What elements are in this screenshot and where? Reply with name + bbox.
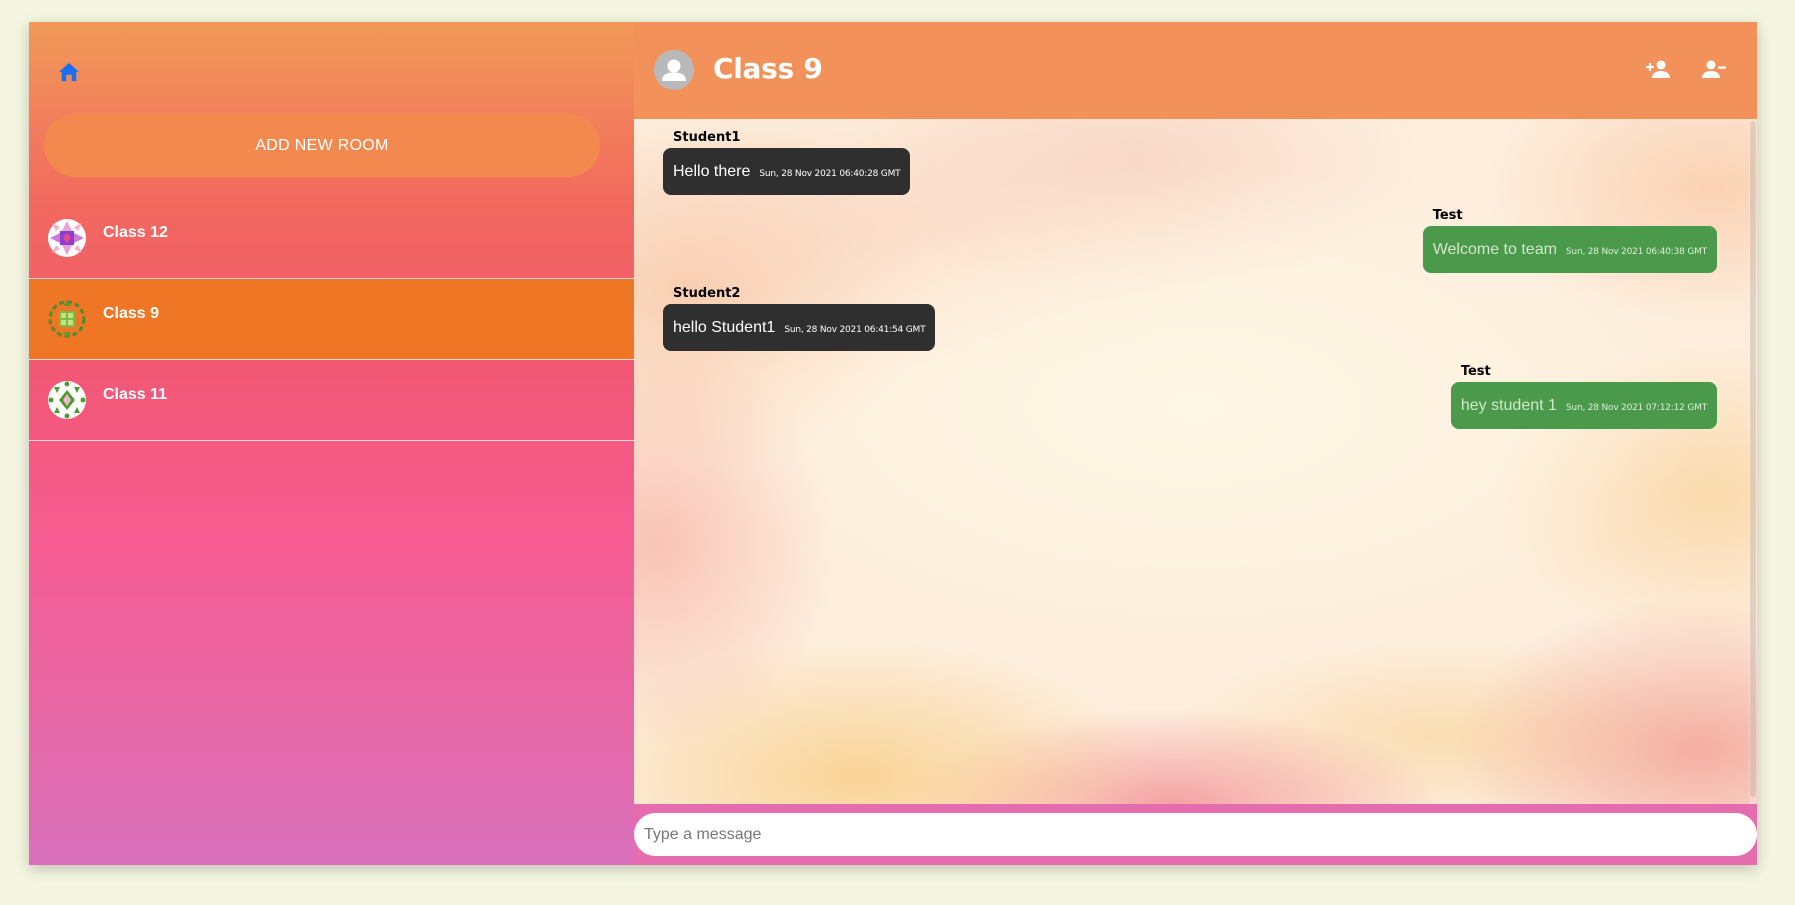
scrollbar-thumb[interactable] (1750, 121, 1756, 797)
person-add-icon (1646, 60, 1670, 78)
sidebar: ADD NEW ROOM Class 12 Class 9 Class 11 (29, 22, 634, 865)
room-name: Class 9 (103, 305, 160, 322)
message-author: Student2 (673, 286, 741, 301)
person-remove-icon (1702, 60, 1726, 78)
add-new-room-button[interactable]: ADD NEW ROOM (44, 114, 600, 177)
remove-member-button[interactable] (1701, 56, 1727, 82)
home-icon[interactable] (58, 62, 80, 82)
message-sent: Test Welcome to team Sun, 28 Nov 2021 06… (1422, 208, 1717, 273)
add-member-button[interactable] (1645, 56, 1671, 82)
chat-panel: Class 9 Student1 Hello there Sun, 28 Nov… (634, 22, 1757, 865)
room-avatar-icon (48, 300, 86, 338)
room-name: Class 12 (103, 224, 168, 241)
home-button[interactable] (57, 60, 81, 84)
message-composer (634, 804, 1757, 865)
room-name: Class 11 (103, 386, 168, 403)
message-bubble: hello Student1 Sun, 28 Nov 2021 06:41:54… (663, 304, 936, 351)
scrollbar[interactable] (1749, 119, 1757, 804)
room-item-class-9[interactable]: Class 9 (29, 279, 634, 360)
message-bubble: Hello there Sun, 28 Nov 2021 06:40:28 GM… (663, 148, 911, 195)
room-item-class-11[interactable]: Class 11 (29, 360, 634, 441)
message-bubble: Welcome to team Sun, 28 Nov 2021 06:40:3… (1422, 226, 1717, 273)
chat-title: Class 9 (713, 52, 823, 85)
message-text: hey student 1 (1460, 396, 1557, 414)
room-list: Class 12 Class 9 Class 11 (29, 198, 634, 441)
chat-app: ADD NEW ROOM Class 12 Class 9 Class 11 C… (29, 22, 1757, 865)
message-text: hello Student1 (673, 318, 776, 336)
message-sent: Test hey student 1 Sun, 28 Nov 2021 07:1… (1450, 364, 1717, 429)
message-timestamp: Sun, 28 Nov 2021 06:40:28 GMT (759, 168, 901, 179)
message-input[interactable] (634, 813, 1757, 856)
message-received: Student1 Hello there Sun, 28 Nov 2021 06… (663, 130, 911, 195)
message-timestamp: Sun, 28 Nov 2021 06:40:38 GMT (1565, 246, 1707, 257)
message-timestamp: Sun, 28 Nov 2021 07:12:12 GMT (1565, 402, 1707, 413)
message-text: Welcome to team (1432, 240, 1557, 258)
message-timestamp: Sun, 28 Nov 2021 06:41:54 GMT (784, 324, 926, 335)
message-received: Student2 hello Student1 Sun, 28 Nov 2021… (663, 286, 936, 351)
room-avatar-icon (48, 219, 86, 257)
chat-avatar[interactable] (654, 50, 694, 90)
person-icon (662, 59, 686, 81)
room-avatar-icon (48, 381, 86, 419)
room-item-class-12[interactable]: Class 12 (29, 198, 634, 279)
message-author: Test (1432, 208, 1463, 223)
message-author: Test (1460, 364, 1491, 379)
message-text: Hello there (673, 162, 751, 180)
chat-header: Class 9 (634, 22, 1757, 119)
message-author: Student1 (673, 130, 741, 145)
message-bubble: hey student 1 Sun, 28 Nov 2021 07:12:12 … (1450, 382, 1717, 429)
message-area[interactable]: Student1 Hello there Sun, 28 Nov 2021 06… (634, 119, 1757, 804)
